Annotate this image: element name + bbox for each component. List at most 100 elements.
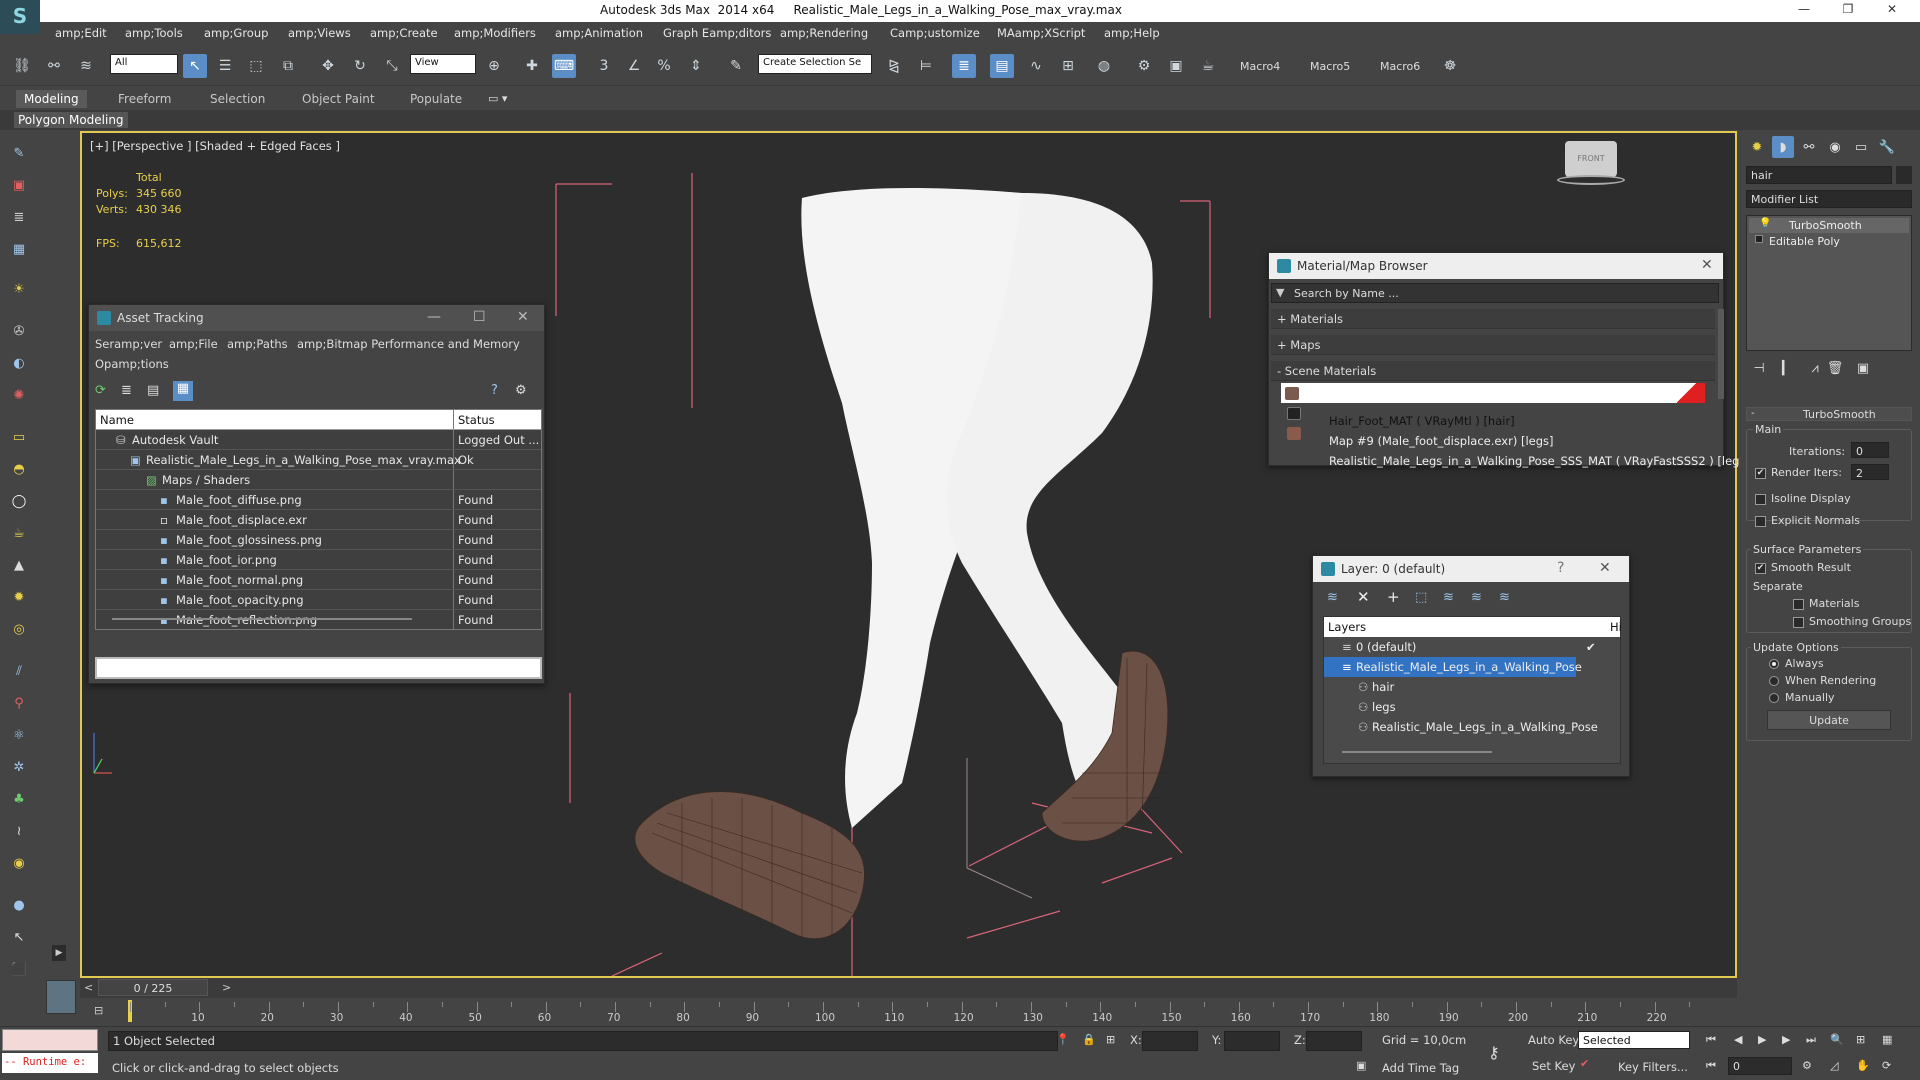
schematic-view-icon[interactable]: ⊞ [1056, 54, 1080, 78]
menu-edit[interactable]: amp;Edit [55, 26, 107, 40]
teapot-icon[interactable]: ☸ [1438, 54, 1462, 78]
key-selection-dropdown[interactable]: Selected [1578, 1031, 1690, 1049]
box-icon[interactable]: ▭ [7, 426, 31, 448]
table-row[interactable]: ▪ Male_foot_reflection.png Found [96, 610, 541, 629]
restore-button[interactable]: ❐ [1830, 2, 1866, 20]
table-row[interactable]: ▨ Maps / Shaders [96, 470, 541, 490]
viewcube[interactable]: FRONT [1565, 141, 1617, 177]
isoline-checkbox[interactable] [1755, 494, 1766, 505]
move-icon[interactable]: ✥ [316, 54, 340, 78]
highlight-layer-icon[interactable]: ≋ [1443, 590, 1454, 605]
hair-icon[interactable]: ≀ [7, 820, 31, 842]
helper-icon[interactable]: ◐ [7, 352, 31, 374]
section-materials[interactable]: + Materials [1271, 309, 1715, 329]
show-end-result-icon[interactable]: ▎ [1776, 357, 1798, 379]
list-icon[interactable]: ≣ [7, 206, 31, 228]
table-row[interactable]: ▪ Male_foot_normal.png Found [96, 570, 541, 590]
zoom-extents-icon[interactable]: ▦ [1882, 1033, 1892, 1046]
minimize-icon[interactable]: — [427, 309, 441, 325]
menu-rendering[interactable]: amp;Rendering [780, 26, 868, 40]
delete-layer-icon[interactable]: ✕ [1357, 588, 1370, 606]
selection-filter-dropdown[interactable]: All [110, 54, 178, 74]
auto-key-button[interactable]: Auto Key [1528, 1033, 1579, 1047]
select-in-layer-icon[interactable]: ⬚ [1415, 590, 1427, 605]
table-row[interactable]: ▪ Male_foot_opacity.png Found [96, 590, 541, 610]
field-of-view-icon[interactable]: ◿ [1830, 1059, 1838, 1072]
menu-views[interactable]: amp;Views [288, 26, 351, 40]
link-icon[interactable]: ⛓ [10, 54, 34, 78]
menu-tools[interactable]: amp;Tools [125, 26, 183, 40]
minimize-button[interactable]: — [1786, 2, 1822, 20]
col-hide[interactable]: Hi [1610, 620, 1622, 634]
align-icon[interactable]: ⊨ [914, 54, 938, 78]
table-row[interactable]: ▣ Realistic_Male_Legs_in_a_Walking_Pose_… [96, 450, 541, 470]
layer-manager-icon[interactable]: ≣ [952, 54, 976, 78]
ribbon-options-icon[interactable]: ▭ ▾ [488, 92, 507, 105]
maxscript-error-field[interactable]: -- Runtime e: [2, 1053, 98, 1073]
lightbulb-icon[interactable]: 💡 [1759, 218, 1771, 229]
viewcube-ring[interactable] [1557, 175, 1625, 185]
render-iters-spinner[interactable]: 2 [1851, 464, 1889, 480]
edit-named-selection-icon[interactable]: ✎ [724, 54, 748, 78]
render-icon[interactable]: ▣ [7, 174, 31, 196]
tab-object-paint[interactable]: Object Paint [294, 90, 383, 108]
table-row[interactable]: ▪ Male_foot_diffuse.png Found [96, 490, 541, 510]
bind-space-warp-icon[interactable]: ≋ [74, 54, 98, 78]
foliage-icon[interactable]: ♣ [7, 788, 31, 810]
utilities-tab-icon[interactable]: 🔧 [1876, 136, 1898, 158]
hierarchy-tab-icon[interactable]: ⚯ [1798, 136, 1820, 158]
refresh-icon[interactable]: ⟳ [95, 383, 113, 401]
pin-stack-icon[interactable]: ⊣ [1748, 357, 1770, 379]
table-row[interactable]: ≡ Realistic_Male_Legs_in_a_Walking_Pose [1324, 657, 1582, 677]
next-frame-icon[interactable]: > [222, 981, 231, 994]
macro6-button[interactable]: Macro6 [1380, 60, 1420, 73]
menu-group[interactable]: amp;Group [204, 26, 268, 40]
settings-icon[interactable]: ✲ [7, 756, 31, 778]
col-layers[interactable]: Layers [1328, 620, 1366, 634]
asset-menu-server[interactable]: Seramp;ver [95, 337, 162, 351]
sun-icon[interactable]: ✹ [7, 586, 31, 608]
update-always-radio[interactable] [1769, 659, 1779, 669]
motion-tab-icon[interactable]: ◉ [1824, 136, 1846, 158]
tab-populate[interactable]: Populate [402, 90, 470, 108]
snaps-toggle-icon[interactable]: 3 [592, 54, 616, 78]
cone-icon[interactable]: ▲ [7, 554, 31, 576]
table-row[interactable]: ≡ 0 (default) ✔ [1324, 637, 1620, 657]
help-icon[interactable]: ? [491, 383, 498, 398]
update-manually-radio[interactable] [1769, 693, 1779, 703]
mirror-icon[interactable]: ⧎ [882, 54, 906, 78]
expand-strip-icon[interactable]: ▶ [52, 945, 66, 961]
teapot-create-icon[interactable]: ☕ [7, 522, 31, 544]
camera-icon[interactable]: ✇ [7, 320, 31, 342]
angle-snap-icon[interactable]: ∠ [622, 54, 646, 78]
select-by-name-icon[interactable]: ☰ [213, 54, 237, 78]
stack-item-turbosmooth[interactable]: TurboSmooth [1749, 218, 1909, 233]
tab-modeling[interactable]: Modeling [16, 90, 87, 108]
rect-selection-icon[interactable]: ⬚ [244, 54, 268, 78]
close-icon[interactable]: ✕ [1599, 560, 1611, 576]
expand-icon[interactable] [1755, 235, 1763, 243]
layer-scrollbar[interactable] [1342, 751, 1492, 753]
macro5-button[interactable]: Macro5 [1310, 60, 1350, 73]
smooth-result-checkbox[interactable]: ✔ [1755, 563, 1766, 574]
app-logo-icon[interactable]: S [0, 0, 40, 34]
create-tab-icon[interactable]: ✹ [1746, 136, 1768, 158]
script-icon[interactable]: ✎ [7, 142, 31, 164]
help-icon[interactable]: ? [1557, 560, 1564, 576]
transform-mode-icon[interactable]: ⊞ [1106, 1033, 1115, 1046]
timeline-ruler[interactable]: 10 20 30 40 50 60 70 80 90 100 110 120 130 140 150 160 1… [80, 998, 1737, 1026]
table-row[interactable]: ▪ Male_foot_glossiness.png Found [96, 530, 541, 550]
pivot-center-icon[interactable]: ⊕ [482, 54, 506, 78]
polygon-modeling-panel[interactable]: Polygon Modeling [14, 112, 128, 128]
material-browser-titlebar[interactable]: Material/Map Browser ✕ [1269, 253, 1723, 279]
make-unique-icon[interactable]: ⩘ [1804, 357, 1826, 379]
globe-icon[interactable]: ● [7, 894, 31, 916]
list-view-icon[interactable]: ≣ [121, 383, 139, 401]
maximize-icon[interactable]: ☐ [473, 309, 486, 325]
curve-editor-icon[interactable]: ∿ [1024, 54, 1048, 78]
new-layer-icon[interactable]: ≋ [1327, 590, 1338, 605]
select-object-icon[interactable]: ↖ [183, 54, 207, 78]
stairs-icon[interactable]: ⫽ [7, 660, 31, 682]
spinner-snap-icon[interactable]: ⇕ [684, 54, 708, 78]
asset-menu-file[interactable]: amp;File [169, 337, 218, 351]
